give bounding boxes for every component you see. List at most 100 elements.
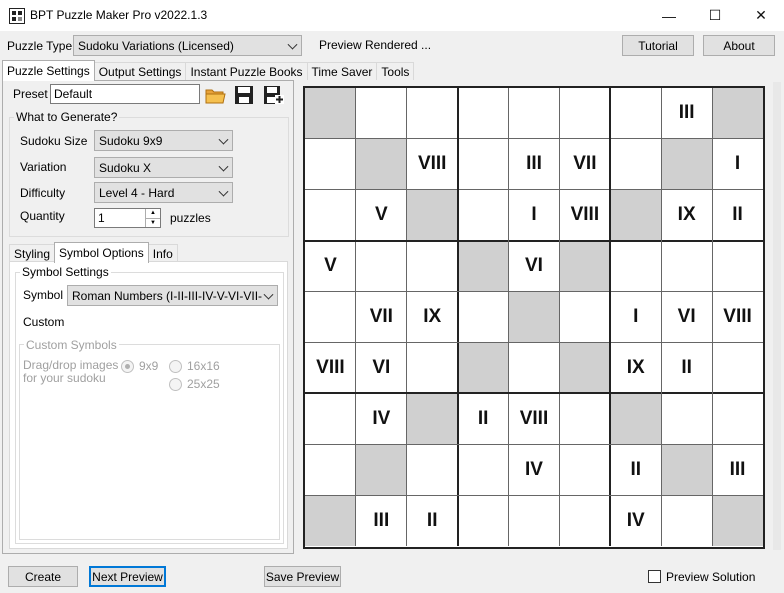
quantity-spin[interactable]: ▲ ▼: [145, 209, 160, 227]
symbol-select[interactable]: Roman Numbers (I-II-III-IV-V-VI-VII-VIII…: [67, 285, 278, 306]
sudoku-cell: I: [633, 305, 639, 327]
sudoku-cell: IX: [626, 356, 645, 378]
next-preview-button[interactable]: Next Preview: [89, 566, 166, 587]
sudoku-cell: [406, 393, 458, 445]
sudoku-cell: [712, 495, 763, 546]
sudoku-cell: II: [477, 407, 489, 429]
radio-16x16[interactable]: [169, 360, 182, 373]
quantity-stepper[interactable]: 1 ▲ ▼: [94, 208, 161, 228]
preset-input[interactable]: Default: [50, 84, 200, 104]
tutorial-button[interactable]: Tutorial: [622, 35, 694, 56]
tab-instant-puzzle-books[interactable]: Instant Puzzle Books: [185, 62, 308, 81]
sudoku-cell: [610, 189, 662, 241]
grid-line: [456, 88, 459, 546]
preview-solution-checkbox[interactable]: [648, 570, 661, 583]
sudoku-cell: II: [681, 356, 692, 378]
sudoku-cell: [458, 292, 509, 343]
size-label: Sudoku Size: [20, 134, 88, 148]
tab-symbol-options[interactable]: Symbol Options: [54, 242, 149, 263]
save-new-icon[interactable]: [262, 84, 284, 106]
save-preview-button[interactable]: Save Preview: [264, 566, 341, 587]
minimize-icon[interactable]: —: [646, 0, 692, 31]
sudoku-cell: [407, 241, 458, 292]
difficulty-select[interactable]: Level 4 - Hard: [94, 182, 233, 203]
sudoku-cell: IV: [525, 458, 543, 480]
folder-open-icon[interactable]: [204, 84, 226, 106]
sudoku-cell: [458, 444, 509, 495]
sudoku-cell: V: [324, 255, 337, 277]
symbol-label: Symbol: [23, 288, 64, 302]
sudoku-cell: V: [374, 204, 388, 226]
maximize-icon[interactable]: ☐: [692, 0, 738, 31]
sudoku-cell: [355, 138, 407, 190]
sudoku-cell: [712, 342, 763, 393]
puzzle-type-label: Puzzle Type: [7, 39, 73, 53]
variation-select[interactable]: Sudoku X: [94, 157, 233, 178]
sudoku-cell: [457, 342, 509, 394]
arrow-down-icon[interactable]: ▼: [146, 219, 160, 228]
puzzle-type-value: Sudoku Variations (Licensed): [78, 38, 234, 53]
sudoku-cell: II: [630, 458, 642, 480]
about-button[interactable]: About: [703, 35, 775, 56]
chevron-down-icon: [287, 39, 298, 50]
radio-9x9[interactable]: [121, 360, 134, 373]
puzzle-type-select[interactable]: Sudoku Variations (Licensed): [73, 35, 302, 56]
sudoku-cell: [407, 88, 458, 139]
grid-line: [305, 341, 763, 343]
sudoku-cell: [661, 138, 713, 190]
grid-line: [406, 88, 408, 546]
status-text: Preview Rendered ...: [319, 38, 432, 52]
tab-tools[interactable]: Tools: [376, 62, 415, 81]
create-button[interactable]: Create: [8, 566, 78, 587]
size-select[interactable]: Sudoku 9x9: [94, 130, 233, 151]
preview-scrollbar[interactable]: [773, 82, 781, 550]
grid-line: [305, 392, 763, 395]
save-icon[interactable]: [233, 84, 255, 106]
sudoku-cell: [610, 88, 661, 139]
sudoku-cell: VIII: [570, 204, 600, 226]
sudoku-cell: VI: [677, 305, 696, 327]
sudoku-cell: [712, 88, 763, 139]
grid-line: [508, 88, 510, 546]
sudoku-cell: [509, 342, 560, 393]
sudoku-cell: [508, 291, 560, 343]
sudoku-cell: [559, 495, 610, 546]
difficulty-value: Level 4 - Hard: [99, 185, 175, 200]
sudoku-cell: [406, 189, 458, 241]
sudoku-cell: [305, 495, 356, 546]
sudoku-grid: III VIII III VII I V I VIII IX II V VI VII IX I VI VIII V…: [303, 86, 765, 549]
sudoku-cell: [661, 444, 713, 496]
sudoku-cell: [559, 444, 610, 495]
sudoku-cell: [661, 495, 712, 546]
sudoku-cell: [610, 393, 662, 445]
sudoku-cell: VIII: [519, 407, 549, 429]
main-tabs: Puzzle Settings Output Settings Instant …: [2, 60, 415, 81]
sudoku-cell: [458, 495, 509, 546]
radio-25x25[interactable]: [169, 378, 182, 391]
sudoku-cell: [355, 444, 407, 496]
close-icon[interactable]: ✕: [738, 0, 784, 31]
chevron-down-icon: [218, 186, 229, 197]
grid-line: [305, 239, 763, 242]
variation-label: Variation: [20, 160, 67, 174]
difficulty-label: Difficulty: [20, 186, 66, 200]
tab-time-saver[interactable]: Time Saver: [306, 62, 378, 81]
sudoku-cell: VI: [525, 255, 543, 277]
arrow-up-icon[interactable]: ▲: [146, 209, 160, 219]
preview-solution-label: Preview Solution: [666, 570, 756, 584]
sudoku-cell: [356, 88, 407, 139]
sudoku-cell: VIII: [417, 153, 447, 175]
sudoku-cell: [458, 139, 509, 190]
sudoku-cell: I: [734, 153, 741, 175]
sudoku-cell: III: [729, 458, 746, 480]
sudoku-cell: [661, 393, 712, 444]
grid-line: [558, 88, 560, 546]
sudoku-cell: II: [732, 204, 743, 226]
sudoku-cell: [509, 495, 560, 546]
tab-output-settings[interactable]: Output Settings: [93, 62, 187, 81]
sudoku-cell: II: [426, 509, 438, 531]
tab-puzzle-settings[interactable]: Puzzle Settings: [2, 60, 95, 81]
sudoku-cell: [559, 393, 610, 444]
sudoku-cell: [610, 139, 661, 190]
grid-line: [305, 443, 763, 445]
